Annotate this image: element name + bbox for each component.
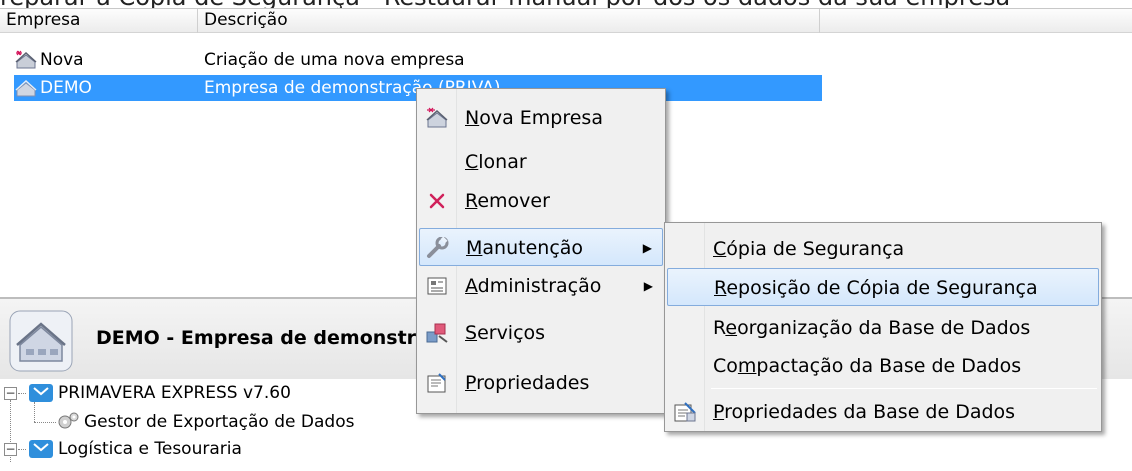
tree-connector [34, 402, 35, 422]
properties-icon [427, 373, 446, 393]
tree-connector [34, 422, 56, 423]
tree-item-gestor-exportacao[interactable]: Gestor de Exportação de Dados [84, 409, 354, 435]
menu-item-label: Cópia de Segurança [713, 238, 905, 260]
row-description: Criação de uma nova empresa [204, 50, 465, 70]
submenu-item-reposicao-copia[interactable]: Reposição de Cópia de Segurança [667, 268, 1099, 306]
row-name: DEMO [40, 78, 92, 98]
tree-item-primavera-express[interactable]: PRIMAVERA EXPRESS v7.60 [58, 380, 291, 406]
submenu-item-reorganizacao[interactable]: Reorganização da Base de Dados [667, 309, 1099, 347]
submenu-arrow-icon: ▶ [643, 279, 653, 293]
submenu-arrow-icon: ▶ [642, 241, 652, 255]
menu-item-label: Remover [465, 190, 550, 212]
row-name: Nova [40, 50, 84, 70]
menu-item-administracao[interactable]: Administração ▶ [419, 267, 663, 305]
menu-item-remover[interactable]: Remover [419, 182, 663, 220]
red-x-icon [429, 193, 445, 209]
menu-item-label: Manutenção [466, 237, 584, 259]
gears-icon [58, 412, 79, 429]
new-company-icon [15, 50, 37, 69]
new-company-icon [426, 107, 448, 128]
menu-separator [711, 388, 1097, 389]
menu-item-manutencao[interactable]: Manutenção ▶ [419, 228, 663, 266]
menu-item-label: Propriedades [465, 372, 590, 394]
list-header: Empresa Descrição [0, 8, 1132, 33]
primavera-icon [29, 384, 53, 402]
tree-connector [18, 449, 26, 450]
db-properties-icon [674, 402, 696, 422]
menu-item-label: Compactação da Base de Dados [713, 355, 1022, 377]
menu-item-label: Administração [465, 275, 602, 297]
admin-icon [427, 277, 447, 295]
submenu-item-compactacao[interactable]: Compactação da Base de Dados [667, 347, 1099, 385]
services-icon [426, 323, 448, 343]
collapse-toggle[interactable]: − [4, 443, 17, 456]
menu-item-label: Reposição de Cópia de Segurança [714, 277, 1038, 299]
menu-item-nova-empresa[interactable]: Nova Empresa [419, 99, 663, 137]
wrench-icon [427, 237, 449, 258]
maintenance-submenu: Cópia de Segurança Reposição de Cópia de… [664, 222, 1102, 432]
primavera-icon [29, 440, 53, 458]
menu-item-label: Reorganização da Base de Dados [713, 317, 1031, 339]
submenu-item-copia-seguranca[interactable]: Cópia de Segurança [667, 230, 1099, 268]
list-row-nova[interactable]: Nova Criação de uma nova empresa [0, 47, 1132, 73]
menu-item-label: Nova Empresa [465, 107, 603, 129]
company-title: DEMO - Empresa de demonstra [96, 327, 429, 349]
menu-item-propriedades[interactable]: Propriedades [419, 364, 663, 402]
menu-item-clonar[interactable]: Clonar [419, 143, 663, 181]
clipped-caption-text: reparar a Cópia de Segurança - Restaurar… [0, 0, 1132, 8]
collapse-toggle[interactable]: − [4, 387, 17, 400]
menu-item-servicos[interactable]: Serviços [419, 314, 663, 352]
context-menu: Nova Empresa Clonar Remover Manutenção ▶… [416, 88, 666, 414]
menu-item-label: Serviços [465, 322, 546, 344]
menu-item-label: Propriedades da Base de Dados [713, 401, 1016, 423]
company-house-icon [9, 310, 73, 372]
menu-item-label: Clonar [465, 151, 527, 173]
submenu-item-propriedades-bd[interactable]: Propriedades da Base de Dados [667, 393, 1099, 431]
column-header-descricao[interactable]: Descrição [198, 9, 820, 33]
company-icon [15, 79, 37, 97]
tree-connector [18, 393, 26, 394]
column-header-empresa[interactable]: Empresa [0, 9, 198, 33]
tree-item-logistica-tesouraria[interactable]: Logística e Tesouraria [58, 436, 242, 462]
